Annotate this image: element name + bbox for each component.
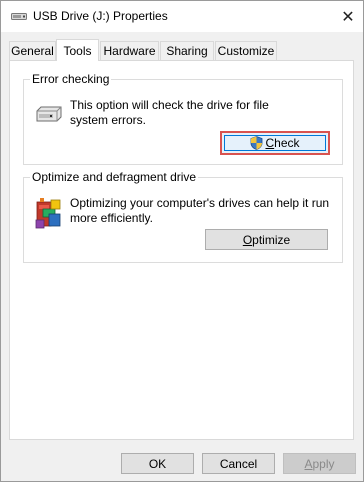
ok-button[interactable]: OK — [121, 453, 194, 474]
check-button-focus: Check — [224, 135, 326, 151]
optimize-title: Optimize and defragment drive — [30, 169, 199, 185]
check-button[interactable]: Check — [220, 131, 330, 155]
tools-tab-panel: Error checking This option will check th… — [9, 60, 354, 440]
optimize-group: Optimize and defragment drive Optimizing… — [23, 169, 343, 263]
apply-accelerator: A — [304, 456, 313, 471]
properties-dialog: USB Drive (J:) Properties ✕ General Tool… — [0, 0, 364, 482]
tab-general[interactable]: General — [9, 41, 56, 60]
check-accelerator: C — [265, 136, 275, 150]
tab-tools[interactable]: Tools — [56, 39, 99, 61]
error-checking-title: Error checking — [30, 71, 112, 87]
tab-sharing[interactable]: Sharing — [160, 41, 214, 60]
error-checking-description: This option will check the drive for fil… — [70, 98, 269, 127]
tab-hardware[interactable]: Hardware — [100, 41, 159, 60]
title-bar: USB Drive (J:) Properties ✕ — [1, 1, 363, 32]
cancel-button[interactable]: Cancel — [202, 453, 275, 474]
optimize-description: Optimizing your computer's drives can he… — [70, 196, 330, 225]
optimize-accelerator: O — [242, 232, 253, 247]
window-title: USB Drive (J:) Properties — [33, 9, 168, 23]
close-icon: ✕ — [341, 8, 355, 26]
check-label: heck — [274, 136, 300, 150]
defragment-icon — [35, 198, 61, 229]
error-checking-group: Error checking This option will check th… — [23, 71, 343, 165]
optimize-label: ptimize — [252, 232, 291, 247]
usb-drive-icon — [11, 13, 27, 20]
optimize-button[interactable]: Optimize — [205, 229, 328, 250]
apply-button[interactable]: Apply — [283, 453, 356, 474]
usb-drive-icon — [36, 106, 62, 122]
tab-customize[interactable]: Customize — [215, 41, 277, 60]
apply-label: pply — [312, 456, 335, 471]
close-button[interactable]: ✕ — [333, 1, 363, 32]
uac-shield-icon — [251, 136, 263, 150]
